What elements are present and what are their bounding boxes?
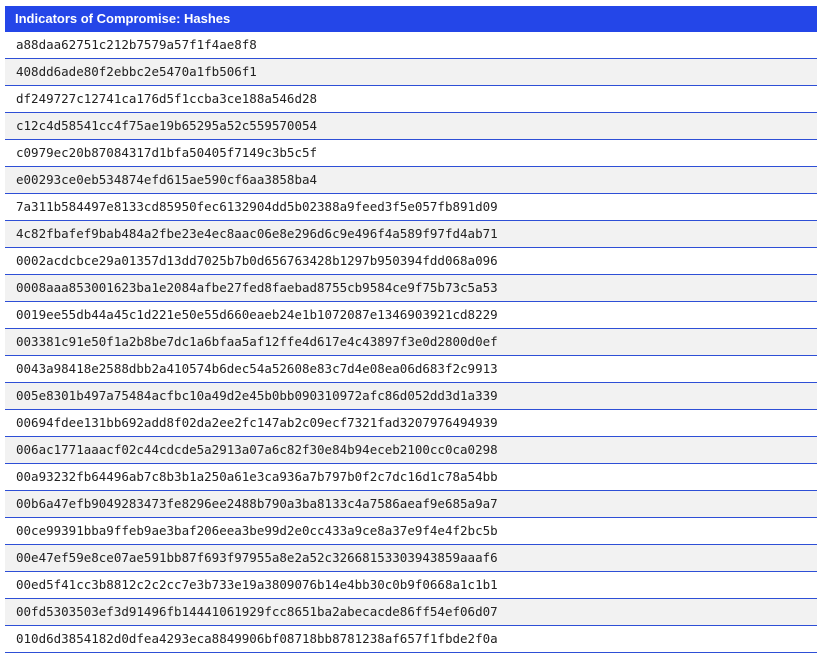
hash-row: 00ce99391bba9ffeb9ae3baf206eea3be99d2e0c… — [5, 518, 817, 545]
hash-row: 00b6a47efb9049283473fe8296ee2488b790a3ba… — [5, 491, 817, 518]
hash-row: 010d6d3854182d0dfea4293eca8849906bf08718… — [5, 626, 817, 653]
hash-row: 4c82fbafef9bab484a2fbe23e4ec8aac06e8e296… — [5, 221, 817, 248]
hash-row: 00694fdee131bb692add8f02da2ee2fc147ab2c0… — [5, 410, 817, 437]
hash-row: a88daa62751c212b7579a57f1f4ae8f8 — [5, 32, 817, 59]
hash-row: c12c4d58541cc4f75ae19b65295a52c559570054 — [5, 113, 817, 140]
hash-row: 0043a98418e2588dbb2a410574b6dec54a52608e… — [5, 356, 817, 383]
hash-row: 0002acdcbce29a01357d13dd7025b7b0d6567634… — [5, 248, 817, 275]
hash-row: 00fd5303503ef3d91496fb14441061929fcc8651… — [5, 599, 817, 626]
hash-row: 7a311b584497e8133cd85950fec6132904dd5b02… — [5, 194, 817, 221]
hash-row: 00ed5f41cc3b8812c2c2cc7e3b733e19a3809076… — [5, 572, 817, 599]
hash-row: 00e47ef59e8ce07ae591bb87f693f97955a8e2a5… — [5, 545, 817, 572]
hash-row: 00a93232fb64496ab7c8b3b1a250a61e3ca936a7… — [5, 464, 817, 491]
hash-row: 0019ee55db44a45c1d221e50e55d660eaeb24e1b… — [5, 302, 817, 329]
hash-row: c0979ec20b87084317d1bfa50405f7149c3b5c5f — [5, 140, 817, 167]
hash-row: 006ac1771aaacf02c44cdcde5a2913a07a6c82f3… — [5, 437, 817, 464]
hash-row: 003381c91e50f1a2b8be7dc1a6bfaa5af12ffe4d… — [5, 329, 817, 356]
hash-row: df249727c12741ca176d5f1ccba3ce188a546d28 — [5, 86, 817, 113]
hash-row: 005e8301b497a75484acfbc10a49d2e45b0bb090… — [5, 383, 817, 410]
hash-row: 408dd6ade80f2ebbc2e5470a1fb506f1 — [5, 59, 817, 86]
table-title: Indicators of Compromise: Hashes — [5, 6, 817, 32]
hash-list: a88daa62751c212b7579a57f1f4ae8f8 408dd6a… — [5, 32, 817, 653]
ioc-hashes-table: Indicators of Compromise: Hashes a88daa6… — [5, 6, 817, 653]
hash-row: e00293ce0eb534874efd615ae590cf6aa3858ba4 — [5, 167, 817, 194]
hash-row: 0008aaa853001623ba1e2084afbe27fed8faebad… — [5, 275, 817, 302]
